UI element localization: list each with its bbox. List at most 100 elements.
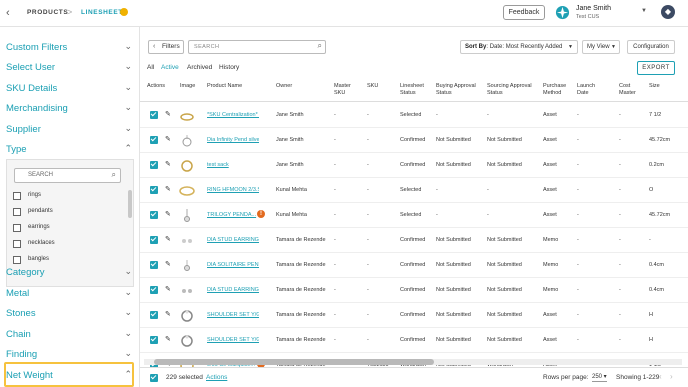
next-page-icon[interactable]: › xyxy=(670,372,673,381)
select-all-checkbox[interactable] xyxy=(150,374,158,382)
product-thumbnail[interactable] xyxy=(178,158,196,172)
product-thumbnail[interactable] xyxy=(178,183,196,197)
row-checkbox[interactable] xyxy=(150,111,158,119)
product-name-link[interactable]: SHOULDER SET Y/G S... xyxy=(207,312,259,318)
product-name-link[interactable]: DIA STUD EARRINGS xyxy=(207,287,259,293)
sidebar-item-finding[interactable]: Finding ⌄ xyxy=(6,347,134,363)
horizontal-scrollbar[interactable] xyxy=(144,359,682,365)
configuration-button[interactable]: Configuration xyxy=(627,40,675,54)
row-checkbox[interactable] xyxy=(150,236,158,244)
table-row[interactable]: ✎ RING HFMOON 2/3.S... Kunal Mehta - - Select… xyxy=(140,178,688,203)
type-search-input[interactable]: SEARCH ⌕ xyxy=(14,168,121,183)
table-row[interactable]: ✎ DIA STUD EARRING B... Tamara de Rezende -… xyxy=(140,228,688,253)
table-row[interactable]: ✎ TRILOGY PENDA...! Kunal Mehta - - Selected -… xyxy=(140,203,688,228)
edit-pencil-icon[interactable]: ✎ xyxy=(165,135,171,143)
sidebar-item-supplier[interactable]: Supplier ⌄ xyxy=(6,122,134,138)
checkbox[interactable] xyxy=(13,192,21,200)
product-thumbnail[interactable] xyxy=(178,283,196,297)
row-checkbox[interactable] xyxy=(150,311,158,319)
table-row[interactable]: ✎ *SKU Centralization* (... Jane Smith - - Se… xyxy=(140,103,688,128)
edit-pencil-icon[interactable]: ✎ xyxy=(165,160,171,168)
checkbox[interactable] xyxy=(13,224,21,232)
sidebar-item-category[interactable]: Category ⌄ xyxy=(6,265,134,281)
product-thumbnail[interactable] xyxy=(178,133,196,147)
sidebar-item-merchandising[interactable]: Merchandising ⌄ xyxy=(6,101,134,117)
product-thumbnail[interactable] xyxy=(178,333,196,347)
sidebar-item-chain[interactable]: Chain ⌄ xyxy=(6,327,134,343)
column-header[interactable]: Purchase Method xyxy=(543,83,573,97)
sort-by-dropdown[interactable]: Sort By: Date: Most Recently Added ▼ xyxy=(460,40,578,54)
user-name[interactable]: Jane Smith xyxy=(576,5,611,12)
edit-pencil-icon[interactable]: ✎ xyxy=(165,235,171,243)
row-checkbox[interactable] xyxy=(150,136,158,144)
column-header[interactable]: SKU xyxy=(367,83,378,90)
column-header[interactable]: Image xyxy=(180,83,195,90)
product-thumbnail[interactable] xyxy=(178,258,196,272)
product-thumbnail[interactable] xyxy=(178,208,196,222)
product-name-link[interactable]: DIA STUD EARRING B... xyxy=(207,237,259,243)
row-checkbox[interactable] xyxy=(150,286,158,294)
edit-pencil-icon[interactable]: ✎ xyxy=(165,185,171,193)
edit-pencil-icon[interactable]: ✎ xyxy=(165,285,171,293)
user-menu-caret-icon[interactable]: ▼ xyxy=(641,8,647,14)
table-row[interactable]: ✎ DIA SOLITAIRE PEND... Tamara de Rezende -… xyxy=(140,253,688,278)
back-chevron-icon[interactable]: ‹ xyxy=(6,7,10,19)
column-header[interactable]: Product Name xyxy=(207,83,247,90)
row-checkbox[interactable] xyxy=(150,186,158,194)
settings-avatar-icon[interactable]: ◆ xyxy=(661,5,675,19)
sidebar-item-metal[interactable]: Metal ⌄ xyxy=(6,286,134,302)
row-checkbox[interactable] xyxy=(150,261,158,269)
rows-per-page-select[interactable]: 250 ▾ xyxy=(592,373,607,382)
product-name-link[interactable]: DIA SOLITAIRE PEND... xyxy=(207,262,259,268)
type-option-pendants[interactable]: pendants xyxy=(13,208,53,218)
previous-page-icon[interactable]: ‹ xyxy=(659,372,662,381)
bulk-actions-link[interactable]: Actions xyxy=(206,374,227,381)
edit-pencil-icon[interactable]: ✎ xyxy=(165,210,171,218)
edit-pencil-icon[interactable]: ✎ xyxy=(165,260,171,268)
sidebar-item-select-user[interactable]: Select User ⌄ xyxy=(6,60,134,76)
product-name-link[interactable]: SHOULDER SET Y/G S... xyxy=(207,337,259,343)
tab-all[interactable]: All xyxy=(147,64,154,71)
column-header[interactable]: Launch Date xyxy=(577,83,601,97)
column-header[interactable]: Cost Master xyxy=(619,83,641,97)
product-thumbnail[interactable] xyxy=(178,108,196,122)
row-checkbox[interactable] xyxy=(150,161,158,169)
product-name-link[interactable]: RING HFMOON 2/3.S... xyxy=(207,187,259,193)
sidebar-item-sku-details[interactable]: SKU Details ⌄ xyxy=(6,81,134,97)
column-header[interactable]: Actions xyxy=(147,83,165,90)
breadcrumb-products[interactable]: PRODUCTS xyxy=(27,9,68,16)
sidebar-item-type[interactable]: Type ⌃ xyxy=(6,142,134,158)
product-thumbnail[interactable] xyxy=(178,308,196,322)
edit-pencil-icon[interactable]: ✎ xyxy=(165,110,171,118)
search-input[interactable]: SEARCH ⌕ xyxy=(188,40,326,54)
column-header[interactable]: Size xyxy=(649,83,660,90)
warning-icon[interactable]: ! xyxy=(257,210,265,218)
type-scrollbar[interactable] xyxy=(128,190,132,218)
tab-archived[interactable]: Archived xyxy=(187,64,212,71)
column-header[interactable]: Buying Approval Status xyxy=(436,83,484,97)
tab-history[interactable]: History xyxy=(219,64,239,71)
type-option-rings[interactable]: rings xyxy=(13,192,41,202)
my-view-dropdown[interactable]: My View ▼ xyxy=(582,40,620,54)
product-name-link[interactable]: TRILOGY PENDA... xyxy=(207,212,259,218)
column-header[interactable]: Owner xyxy=(276,83,292,90)
table-row[interactable]: ✎ test sack Jane Smith - - Confirmed Not Submi… xyxy=(140,153,688,178)
checkbox[interactable] xyxy=(13,240,21,248)
edit-pencil-icon[interactable]: ✎ xyxy=(165,335,171,343)
product-name-link[interactable]: Dia Infinity Pend silver... xyxy=(207,137,259,143)
row-checkbox[interactable] xyxy=(150,211,158,219)
export-button[interactable]: EXPORT xyxy=(637,61,675,75)
table-row[interactable]: ✎ Dia Infinity Pend silver... Jane Smith - -… xyxy=(140,128,688,153)
tab-active[interactable]: Active xyxy=(161,64,179,71)
column-header[interactable]: Master SKU xyxy=(334,83,356,97)
scrollbar-thumb[interactable] xyxy=(154,359,434,365)
column-header[interactable]: Linesheet Status xyxy=(400,83,432,97)
product-name-link[interactable]: test sack xyxy=(207,162,259,168)
checkbox[interactable] xyxy=(13,208,21,216)
table-row[interactable]: ✎ DIA STUD EARRINGS Tamara de Rezende - - Con… xyxy=(140,278,688,303)
checkbox[interactable] xyxy=(13,256,21,264)
table-row[interactable]: ✎ SHOULDER SET Y/G S... Tamara de Rezende -… xyxy=(140,303,688,328)
type-option-necklaces[interactable]: necklaces xyxy=(13,240,55,250)
filters-button[interactable]: ‹ Filters xyxy=(148,40,184,54)
table-row[interactable]: ✎ SHOULDER SET Y/G S... Tamara de Rezende -… xyxy=(140,328,688,353)
